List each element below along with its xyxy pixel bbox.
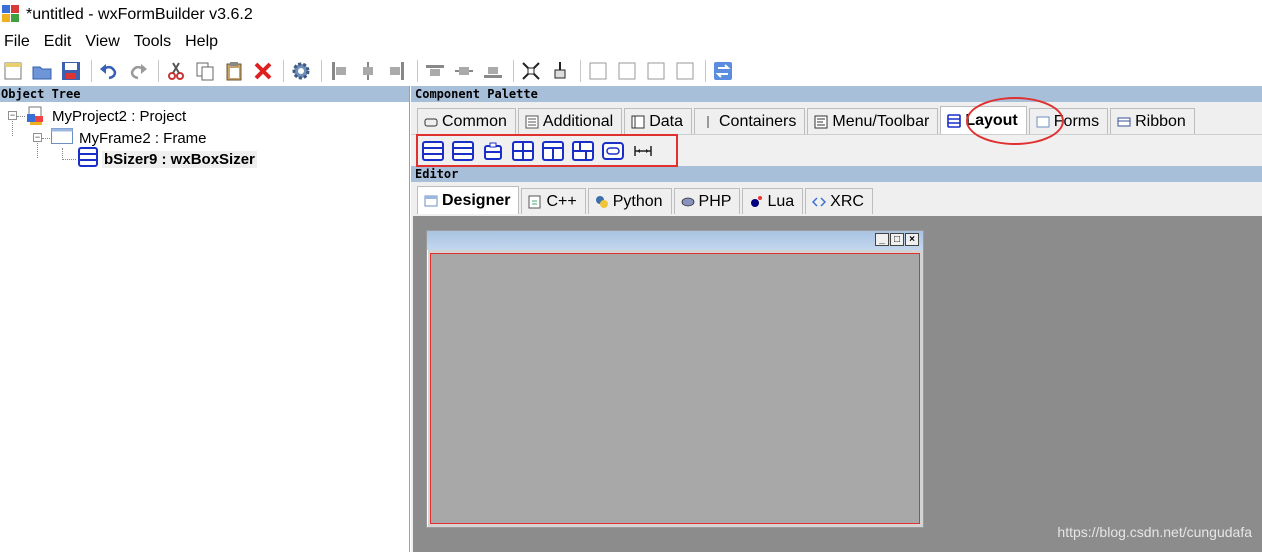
caption-buttons: _ □ × (874, 233, 919, 246)
highlight-layout-items (416, 134, 678, 167)
ribbon-icon (1117, 115, 1131, 129)
redo-icon[interactable] (125, 58, 151, 84)
align-center-v-icon[interactable] (451, 58, 477, 84)
paste-icon[interactable] (221, 58, 247, 84)
toolbar-separator (158, 59, 159, 82)
menu-view[interactable]: View (81, 33, 127, 51)
tree-connector (42, 138, 50, 139)
frame-preview-caption: _ □ × (427, 231, 923, 250)
tree-connector (62, 159, 76, 160)
menu-file[interactable]: File (0, 33, 38, 51)
new-icon[interactable] (0, 58, 26, 84)
align-bottom-icon[interactable] (480, 58, 506, 84)
expand-icon[interactable] (518, 58, 544, 84)
tree-node-label: bSizer9 : wxBoxSizer (102, 150, 257, 168)
align-right-icon[interactable] (384, 58, 410, 84)
menu-toolbar-icon (814, 115, 828, 129)
menu-help[interactable]: Help (181, 33, 226, 51)
additional-icon (525, 115, 539, 129)
app-logo-icon (2, 5, 22, 25)
delete-icon[interactable] (250, 58, 276, 84)
tab-python[interactable]: Python (587, 188, 672, 214)
tab-ribbon[interactable]: Ribbon (1110, 108, 1195, 134)
main-pane: Component Palette Common Additional Data… (411, 86, 1262, 552)
cut-icon[interactable] (163, 58, 189, 84)
editor-header: Editor (411, 166, 1262, 182)
menu-bar: File Edit View Tools Help (0, 30, 228, 54)
tab-php[interactable]: PHP (673, 188, 741, 214)
toolbar-separator (91, 59, 92, 82)
toolbar-separator (513, 59, 514, 82)
tree-node-frame[interactable]: MyFrame2 : Frame (51, 128, 207, 148)
tab-lua[interactable]: Lua (742, 188, 804, 214)
frame-preview[interactable]: _ □ × (426, 230, 924, 528)
close-icon[interactable]: × (905, 233, 919, 246)
component-palette-tabs: Common Additional Data Containers Menu/T… (417, 106, 1197, 134)
tree-node-project[interactable]: MyProject2 : Project (26, 106, 186, 126)
align-left-icon[interactable] (326, 58, 352, 84)
main-toolbar (0, 56, 1262, 85)
toolbar-separator (705, 59, 706, 82)
menu-tools[interactable]: Tools (130, 33, 179, 51)
component-palette-header: Component Palette (411, 86, 1262, 102)
cpp-icon (528, 195, 542, 209)
title-bar: *untitled - wxFormBuilder v3.6.2 (0, 0, 1262, 30)
xrc-icon (812, 195, 827, 209)
toolbar-separator (283, 59, 284, 82)
php-icon (681, 195, 695, 209)
stretch-icon[interactable] (547, 58, 573, 84)
tab-additional[interactable]: Additional (517, 108, 623, 134)
save-icon[interactable] (58, 58, 84, 84)
tab-xrc[interactable]: XRC (805, 188, 873, 214)
border-bottom-icon[interactable] (672, 58, 698, 84)
toolbar-separator (580, 59, 581, 82)
border-left-icon[interactable] (585, 58, 611, 84)
sizer-area-selected[interactable] (430, 253, 920, 524)
project-icon (26, 106, 46, 126)
tab-common[interactable]: Common (417, 108, 516, 134)
tree-connector (17, 116, 25, 117)
object-tree-header: Object Tree (0, 86, 409, 102)
box-sizer-icon (78, 147, 98, 171)
designer-icon (424, 194, 438, 208)
tab-cpp[interactable]: C++ (521, 188, 586, 214)
tab-menu-toolbar[interactable]: Menu/Toolbar (807, 108, 939, 134)
object-tree-pane: Object Tree − − MyProject2 : Project MyF… (0, 86, 410, 552)
align-top-icon[interactable] (422, 58, 448, 84)
tree-node-sizer[interactable]: bSizer9 : wxBoxSizer (78, 147, 257, 171)
common-icon (424, 115, 438, 129)
generate-code-icon[interactable] (288, 58, 314, 84)
minimize-icon[interactable]: _ (875, 233, 889, 246)
designer-canvas[interactable]: _ □ × (413, 216, 1262, 552)
layout-icon (947, 113, 962, 128)
maximize-icon[interactable]: □ (890, 233, 904, 246)
tab-containers[interactable]: Containers (693, 108, 806, 134)
data-icon (631, 115, 645, 129)
tree-expander[interactable]: − (8, 111, 17, 120)
python-icon (595, 195, 609, 209)
toggle-orientation-icon[interactable] (710, 58, 736, 84)
editor-tabs: Designer C++ Python PHP Lua XRC (417, 186, 875, 214)
tab-designer[interactable]: Designer (417, 186, 520, 214)
border-right-icon[interactable] (614, 58, 640, 84)
tree-node-label: MyFrame2 : Frame (79, 129, 207, 147)
toolbar-separator (417, 59, 418, 82)
copy-icon[interactable] (192, 58, 218, 84)
align-center-h-icon[interactable] (355, 58, 381, 84)
menu-edit[interactable]: Edit (40, 33, 80, 51)
tab-data[interactable]: Data (624, 108, 692, 134)
open-icon[interactable] (29, 58, 55, 84)
lua-icon (749, 195, 763, 209)
toolbar-separator (321, 59, 322, 82)
tree-expander[interactable]: − (33, 133, 42, 142)
containers-icon (701, 115, 715, 129)
undo-icon[interactable] (96, 58, 122, 84)
frame-icon (51, 128, 73, 148)
watermark: https://blog.csdn.net/cungudafa (1057, 524, 1252, 540)
highlight-layout-tab (966, 97, 1064, 145)
tree-node-label: MyProject2 : Project (52, 107, 187, 125)
border-top-icon[interactable] (643, 58, 669, 84)
window-title: *untitled - wxFormBuilder v3.6.2 (26, 6, 253, 23)
